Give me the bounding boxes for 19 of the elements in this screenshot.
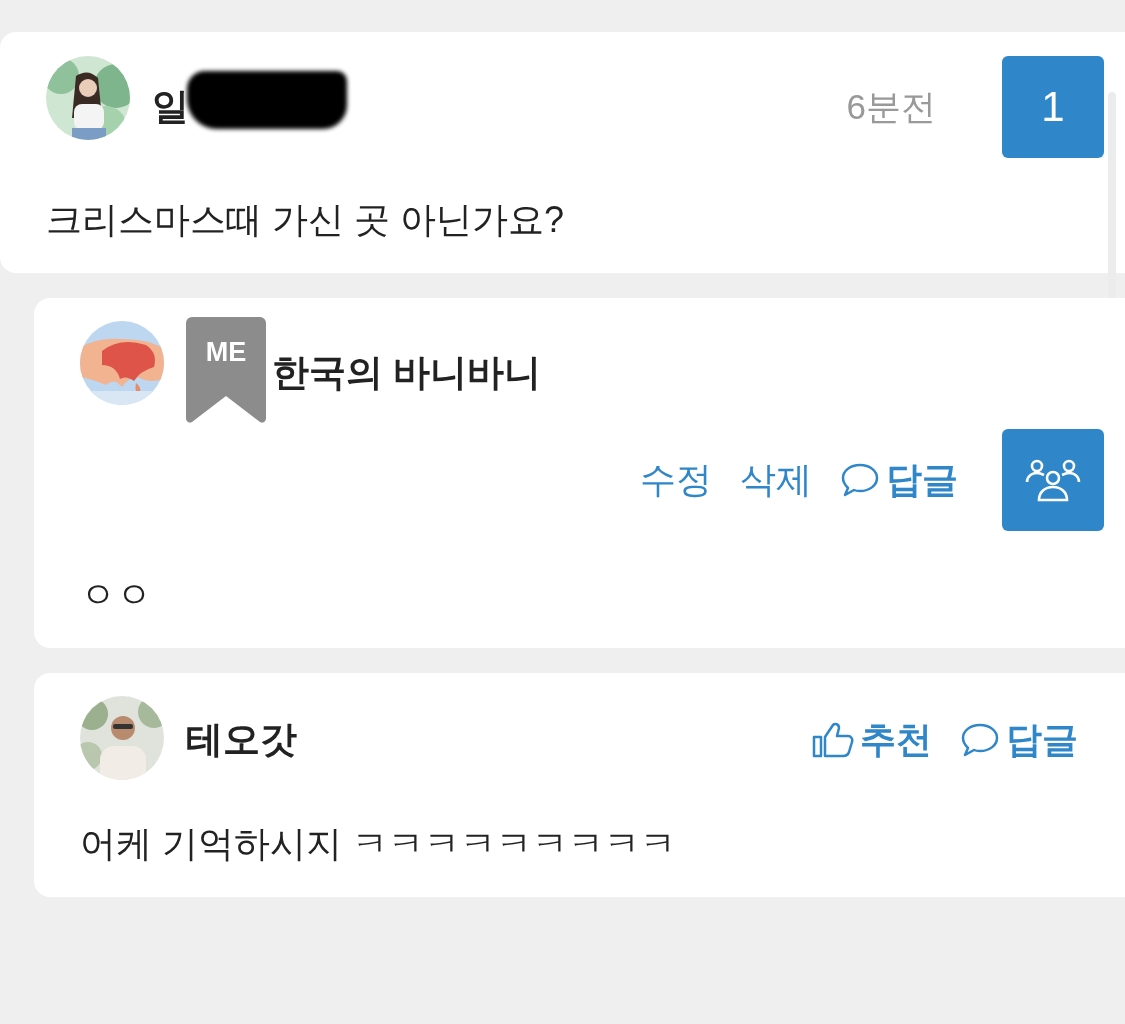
count-badge: 1 (1002, 56, 1104, 158)
author-name: 한국의 바니바니 (272, 351, 542, 395)
author-name: 테오갓 (186, 718, 297, 762)
comment-text: 어케 기억하시지 ㅋㅋㅋㅋㅋㅋㅋㅋㅋ (80, 822, 677, 866)
speech-bubble-icon (960, 722, 1000, 758)
delete-link[interactable]: 삭제 (740, 455, 812, 505)
timestamp: 6분전 (846, 85, 936, 128)
author-name: 일 (152, 85, 189, 129)
comment-text: ㅇㅇ (80, 573, 153, 617)
thumbs-up-icon (812, 721, 854, 759)
speech-bubble-icon (840, 462, 880, 498)
edit-link[interactable]: 수정 (640, 455, 712, 505)
reply-button[interactable]: 답글 (840, 455, 958, 505)
comment-text: 크리스마스때 가신 곳 아닌가요? (46, 198, 566, 242)
me-tag: ME (186, 317, 266, 425)
people-icon (1025, 458, 1081, 502)
like-button[interactable]: 추천 (812, 715, 932, 765)
group-button[interactable] (1002, 429, 1104, 531)
reply-button[interactable]: 답글 (960, 715, 1078, 765)
